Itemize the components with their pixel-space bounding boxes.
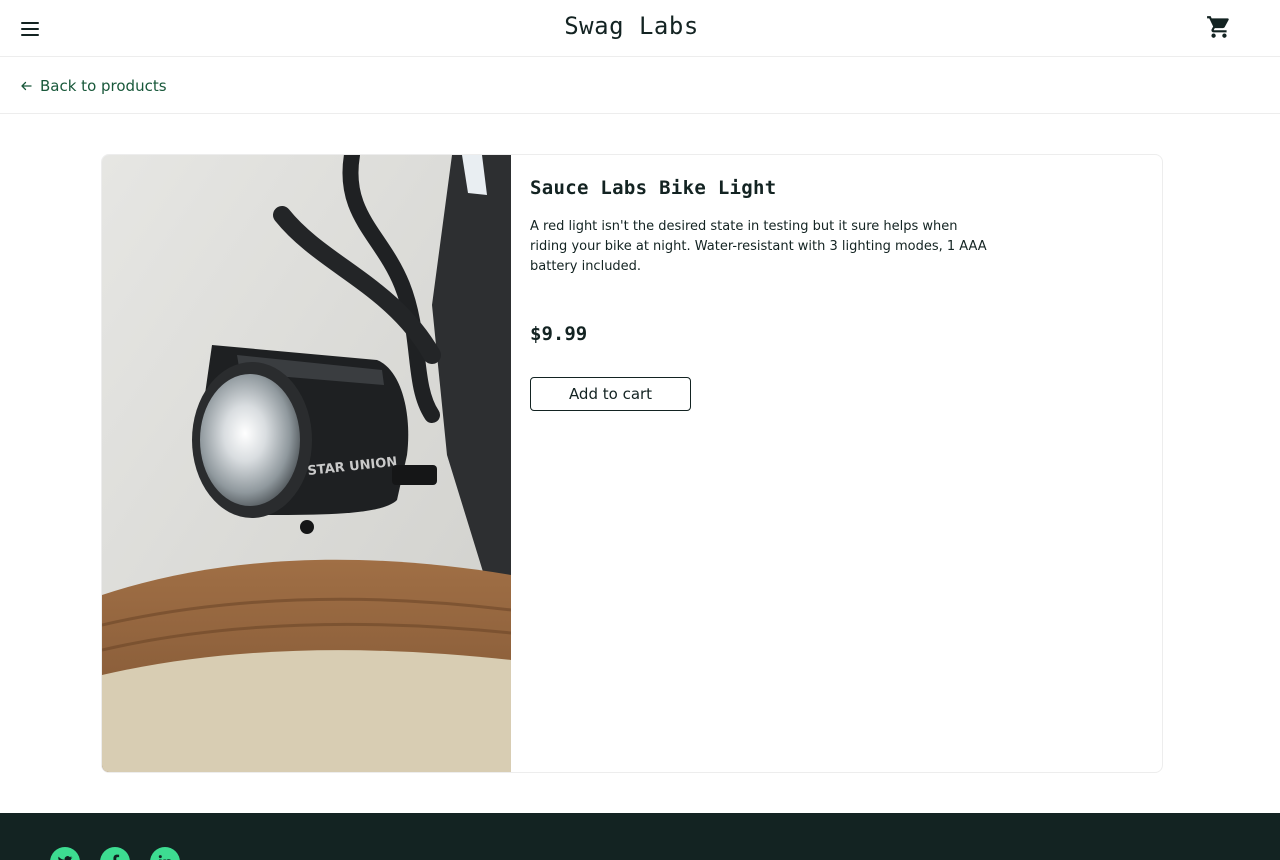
product-name: Sauce Labs Bike Light bbox=[530, 177, 777, 199]
app-logo: Swag Labs bbox=[564, 12, 699, 40]
arrow-left-icon bbox=[21, 81, 32, 91]
shopping-cart-icon[interactable] bbox=[1206, 14, 1232, 40]
back-to-products-button[interactable]: Back to products bbox=[20, 75, 167, 97]
facebook-icon[interactable] bbox=[100, 847, 130, 860]
secondary-header: Back to products bbox=[0, 57, 1280, 114]
add-to-cart-button[interactable]: Add to cart bbox=[530, 377, 691, 411]
page-footer bbox=[0, 813, 1280, 860]
twitter-icon[interactable] bbox=[50, 847, 80, 860]
product-image: STAR UNION bbox=[102, 155, 511, 772]
back-to-products-label: Back to products bbox=[40, 77, 167, 95]
product-price: $9.99 bbox=[530, 323, 588, 345]
product-details-card: STAR UNION Sauce Labs Bike Light A red l… bbox=[101, 154, 1163, 773]
product-description: A red light isn't the desired state in t… bbox=[530, 219, 987, 274]
product-details: Sauce Labs Bike Light A red light isn't … bbox=[530, 177, 990, 411]
linkedin-icon[interactable] bbox=[150, 847, 180, 860]
app-header: Swag Labs bbox=[0, 0, 1280, 57]
